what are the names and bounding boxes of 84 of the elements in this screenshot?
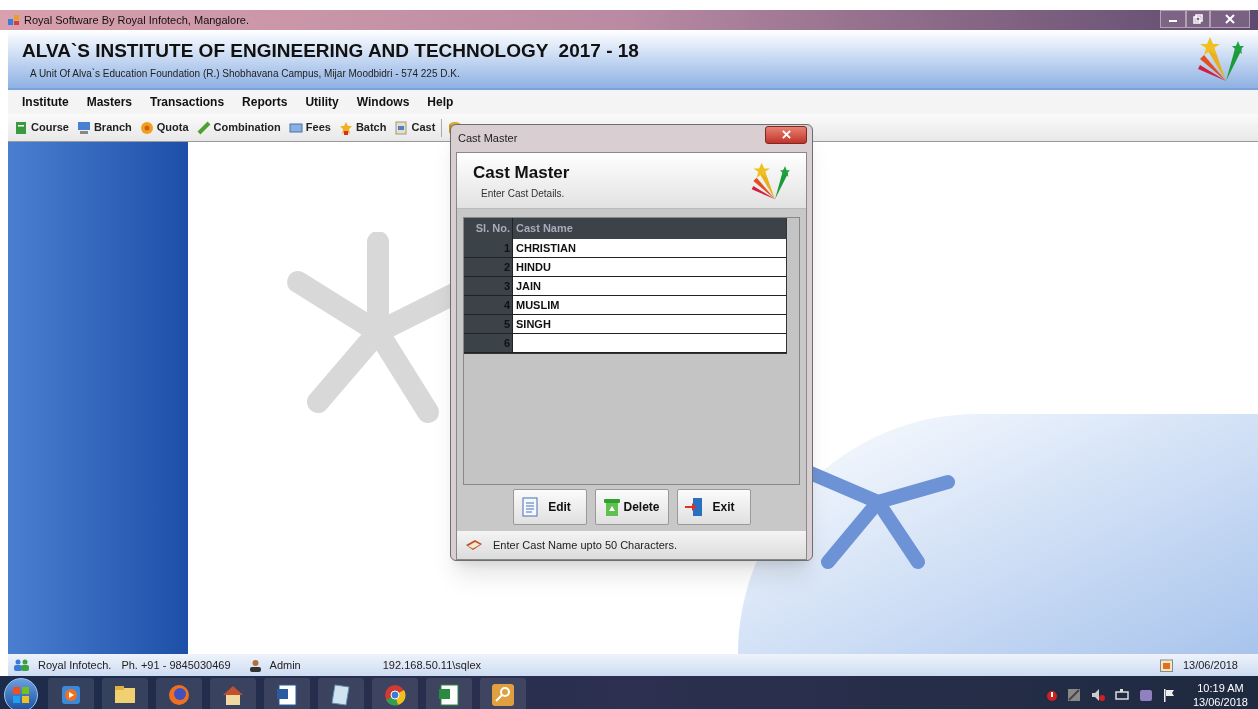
menu-item[interactable]: Masters	[86, 93, 133, 111]
document-icon	[519, 497, 540, 517]
dialog-button[interactable]: Exit	[676, 489, 751, 525]
muted-speaker-icon[interactable]	[1090, 687, 1105, 702]
institute-title: ALVA`S INSTITUTE OF ENGINEERING AND TECHNOLOGY 2017 - 18	[22, 39, 639, 64]
clock[interactable]: 10:19 AM 13/06/2018	[1192, 680, 1248, 709]
door-exit-icon	[683, 497, 704, 517]
menu-item[interactable]: Institute	[22, 93, 69, 111]
toolbar-button[interactable]: Fees	[288, 119, 331, 136]
start-button[interactable]	[4, 677, 38, 709]
row-number: 4	[464, 296, 512, 315]
computer-icon	[76, 120, 91, 135]
tray-app-icon[interactable]	[1138, 687, 1153, 702]
close-button[interactable]	[765, 125, 807, 144]
menu-item[interactable]: Transactions	[150, 93, 225, 111]
dialog-button[interactable]: Delete	[594, 489, 669, 525]
column-header: Sl. No.	[474, 221, 511, 236]
browser-icon	[383, 682, 407, 707]
minimize-button[interactable]	[1160, 10, 1186, 28]
table-cell[interactable]: JAIN	[512, 277, 786, 296]
toolbar-button[interactable]: Combination	[196, 119, 281, 136]
users-icon	[14, 659, 30, 671]
flower-icon	[139, 120, 154, 135]
user-icon	[248, 658, 262, 672]
toolbar-button[interactable]: Cast	[394, 119, 436, 136]
row-number: 2	[464, 258, 512, 277]
row-number: 1	[464, 239, 512, 258]
taskbar-app-button[interactable]	[210, 677, 256, 709]
maximize-button[interactable]	[1186, 10, 1210, 28]
dialog-title: Cast Master	[458, 131, 518, 147]
taskbar-app-button[interactable]	[372, 677, 418, 709]
user-name: Admin	[269, 657, 301, 673]
spreadsheet-icon	[437, 682, 461, 707]
calendar-icon	[1159, 658, 1173, 672]
table-cell[interactable]	[512, 334, 786, 353]
notepad-icon	[329, 682, 353, 707]
company-name: Royal Infotech.	[38, 657, 112, 673]
toolbar-button[interactable]: Course	[14, 119, 69, 136]
medal-icon	[338, 120, 353, 135]
tray-icon[interactable]	[1066, 687, 1081, 702]
toolbar-button[interactable]: Batch	[338, 119, 387, 136]
menu-item[interactable]: Windows	[356, 93, 410, 111]
document-icon	[394, 120, 409, 135]
status-date: 13/06/2018	[1182, 657, 1238, 673]
menu-item[interactable]: Reports	[242, 93, 288, 111]
taskbar-app-button[interactable]	[318, 677, 364, 709]
table-cell[interactable]: SINGH	[512, 315, 786, 334]
window-title: Royal Software By Royal Infotech, Mangalore.	[24, 12, 249, 28]
hint-text: Enter Cast Name upto 50 Characters.	[493, 537, 678, 553]
windows-logo-icon	[12, 685, 30, 704]
book-icon	[465, 539, 483, 551]
key-icon	[491, 682, 515, 707]
recycle-bin-icon	[601, 497, 622, 517]
browser-icon	[167, 682, 191, 707]
flag-icon[interactable]	[1162, 687, 1175, 702]
close-icon	[1225, 14, 1235, 24]
taskbar-app-button[interactable]	[480, 677, 526, 709]
app-icon	[8, 14, 20, 26]
server-name: 192.168.50.11\sqlex	[382, 657, 481, 673]
table-cell[interactable]: CHRISTIAN	[512, 239, 786, 258]
taskbar-app-button[interactable]	[264, 677, 310, 709]
card-icon	[288, 120, 303, 135]
document-icon	[275, 682, 299, 707]
book-icon	[14, 120, 28, 135]
taskbar-app-button[interactable]	[426, 677, 472, 709]
menu-item[interactable]: Help	[427, 93, 454, 111]
link-icon	[196, 120, 211, 135]
row-number: 6	[464, 334, 512, 353]
institute-subtitle: A Unit Of Alva`s Education Foundation (R.) Shobhavana Campus, Mijar Moodbidri - 574 225 D.K.	[30, 66, 461, 81]
table-cell[interactable]: MUSLIM	[512, 296, 786, 315]
row-number: 5	[464, 315, 512, 334]
toolbar-button[interactable]: Quota	[139, 119, 189, 136]
phone-number: Ph. +91 - 9845030469	[121, 657, 231, 673]
menu-item[interactable]: Utility	[305, 93, 339, 111]
taskbar-app-button[interactable]	[102, 677, 148, 709]
row-number: 3	[464, 277, 512, 296]
maximize-icon	[1193, 14, 1203, 24]
dialog-subheading: Enter Cast Details.	[481, 186, 566, 201]
close-icon	[781, 130, 791, 139]
dialog-button[interactable]: Edit	[512, 489, 587, 525]
table-cell[interactable]: HINDU	[512, 258, 786, 277]
dialog-heading: Cast Master	[473, 162, 570, 185]
network-icon[interactable]	[1114, 687, 1129, 702]
toolbar-button[interactable]: Branch	[76, 119, 132, 136]
